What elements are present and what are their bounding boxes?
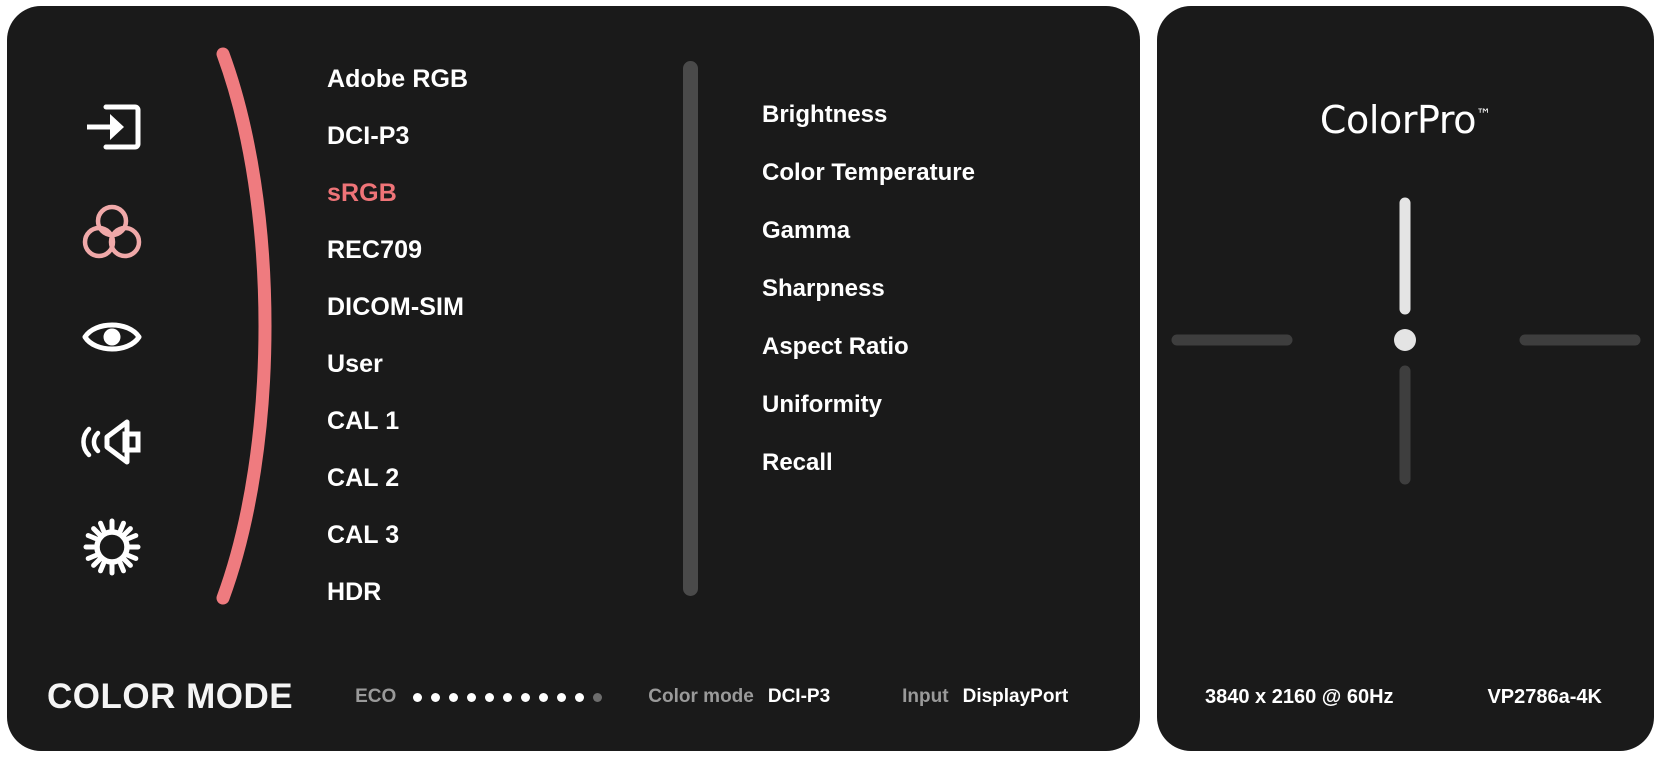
- list-item[interactable]: REC709: [327, 222, 627, 279]
- resolution-value: 3840 x 2160 @ 60Hz: [1205, 685, 1394, 708]
- color-mode-value: DCI-P3: [767, 686, 831, 707]
- sidebar-item-eye-care[interactable]: [54, 284, 170, 389]
- list-item[interactable]: Adobe RGB: [327, 51, 627, 108]
- eco-dot: [539, 692, 549, 702]
- list-item[interactable]: CAL 1: [327, 393, 627, 450]
- menu-item-aspect-ratio[interactable]: Aspect Ratio: [762, 318, 1102, 376]
- page-title: COLOR MODE: [47, 677, 294, 716]
- brand-logo: ColorPro™: [1157, 98, 1654, 142]
- speaker-icon: [81, 417, 143, 467]
- list-item[interactable]: CAL 3: [327, 507, 627, 564]
- icon-rail: [7, 74, 217, 599]
- screen-root: Adobe RGB DCI-P3 sRGB REC709 DICOM-SIM U…: [0, 0, 1660, 767]
- color-mode-label: Color mode: [648, 686, 754, 707]
- selection-arc: [203, 46, 313, 606]
- menu-item-sharpness[interactable]: Sharpness: [762, 260, 1102, 318]
- list-item[interactable]: DICOM-SIM: [327, 279, 627, 336]
- eco-dot: [431, 692, 441, 702]
- info-status-bar: 3840 x 2160 @ 60Hz VP2786a-4K: [1157, 643, 1654, 751]
- list-item[interactable]: CAL 2: [327, 450, 627, 507]
- input-value: DisplayPort: [962, 686, 1069, 707]
- osd-panel: Adobe RGB DCI-P3 sRGB REC709 DICOM-SIM U…: [7, 6, 1140, 751]
- sidebar-item-input-source[interactable]: [54, 74, 170, 179]
- eco-dot-meter: [413, 692, 603, 702]
- list-item[interactable]: User: [327, 336, 627, 393]
- eco-indicator: ECO: [355, 686, 603, 708]
- status-bar: COLOR MODE ECO Color mode DCI-P3 Input D…: [7, 643, 1140, 751]
- eco-dot: [557, 692, 567, 702]
- joystick-crosshair[interactable]: [1157, 181, 1654, 511]
- list-item-selected[interactable]: sRGB: [327, 165, 627, 222]
- status-input: Input DisplayPort: [902, 686, 1068, 708]
- menu-item-uniformity[interactable]: Uniformity: [762, 376, 1102, 434]
- eco-label: ECO: [355, 686, 397, 707]
- joystick-center-dot: [1394, 329, 1416, 351]
- menu-item-recall[interactable]: Recall: [762, 434, 1102, 492]
- eco-dot: [485, 692, 495, 702]
- input-source-icon: [83, 102, 141, 152]
- status-color-mode: Color mode DCI-P3: [648, 686, 830, 708]
- menu-item-brightness[interactable]: Brightness: [762, 86, 1102, 144]
- menu-item-gamma[interactable]: Gamma: [762, 202, 1102, 260]
- eco-dot: [503, 692, 513, 702]
- info-panel: ColorPro™ 3840 x 2160 @ 60Hz VP2786a-4K: [1157, 6, 1654, 751]
- list-item[interactable]: HDR: [327, 564, 627, 621]
- sidebar-item-color-mode[interactable]: [54, 179, 170, 284]
- eco-dot: [467, 692, 477, 702]
- submenu-list: Brightness Color Temperature Gamma Sharp…: [762, 86, 1102, 492]
- eco-dot: [575, 692, 585, 702]
- eye-icon: [81, 316, 143, 358]
- sidebar-item-audio-adjust[interactable]: [54, 389, 170, 494]
- brand-name: ColorPro: [1319, 98, 1477, 142]
- eco-dot: [593, 692, 603, 702]
- color-mode-icon: [81, 203, 143, 261]
- eco-dot: [413, 692, 423, 702]
- color-mode-list: Adobe RGB DCI-P3 sRGB REC709 DICOM-SIM U…: [327, 51, 627, 621]
- model-value: VP2786a-4K: [1487, 685, 1602, 708]
- list-item[interactable]: DCI-P3: [327, 108, 627, 165]
- gear-icon: [83, 518, 141, 576]
- menu-item-color-temperature[interactable]: Color Temperature: [762, 144, 1102, 202]
- trademark-symbol: ™: [1476, 105, 1492, 124]
- sidebar-item-setup-menu[interactable]: [54, 494, 170, 599]
- eco-dot: [449, 692, 459, 702]
- input-label: Input: [902, 686, 949, 707]
- scrollbar[interactable]: [683, 61, 698, 596]
- eco-dot: [521, 692, 531, 702]
